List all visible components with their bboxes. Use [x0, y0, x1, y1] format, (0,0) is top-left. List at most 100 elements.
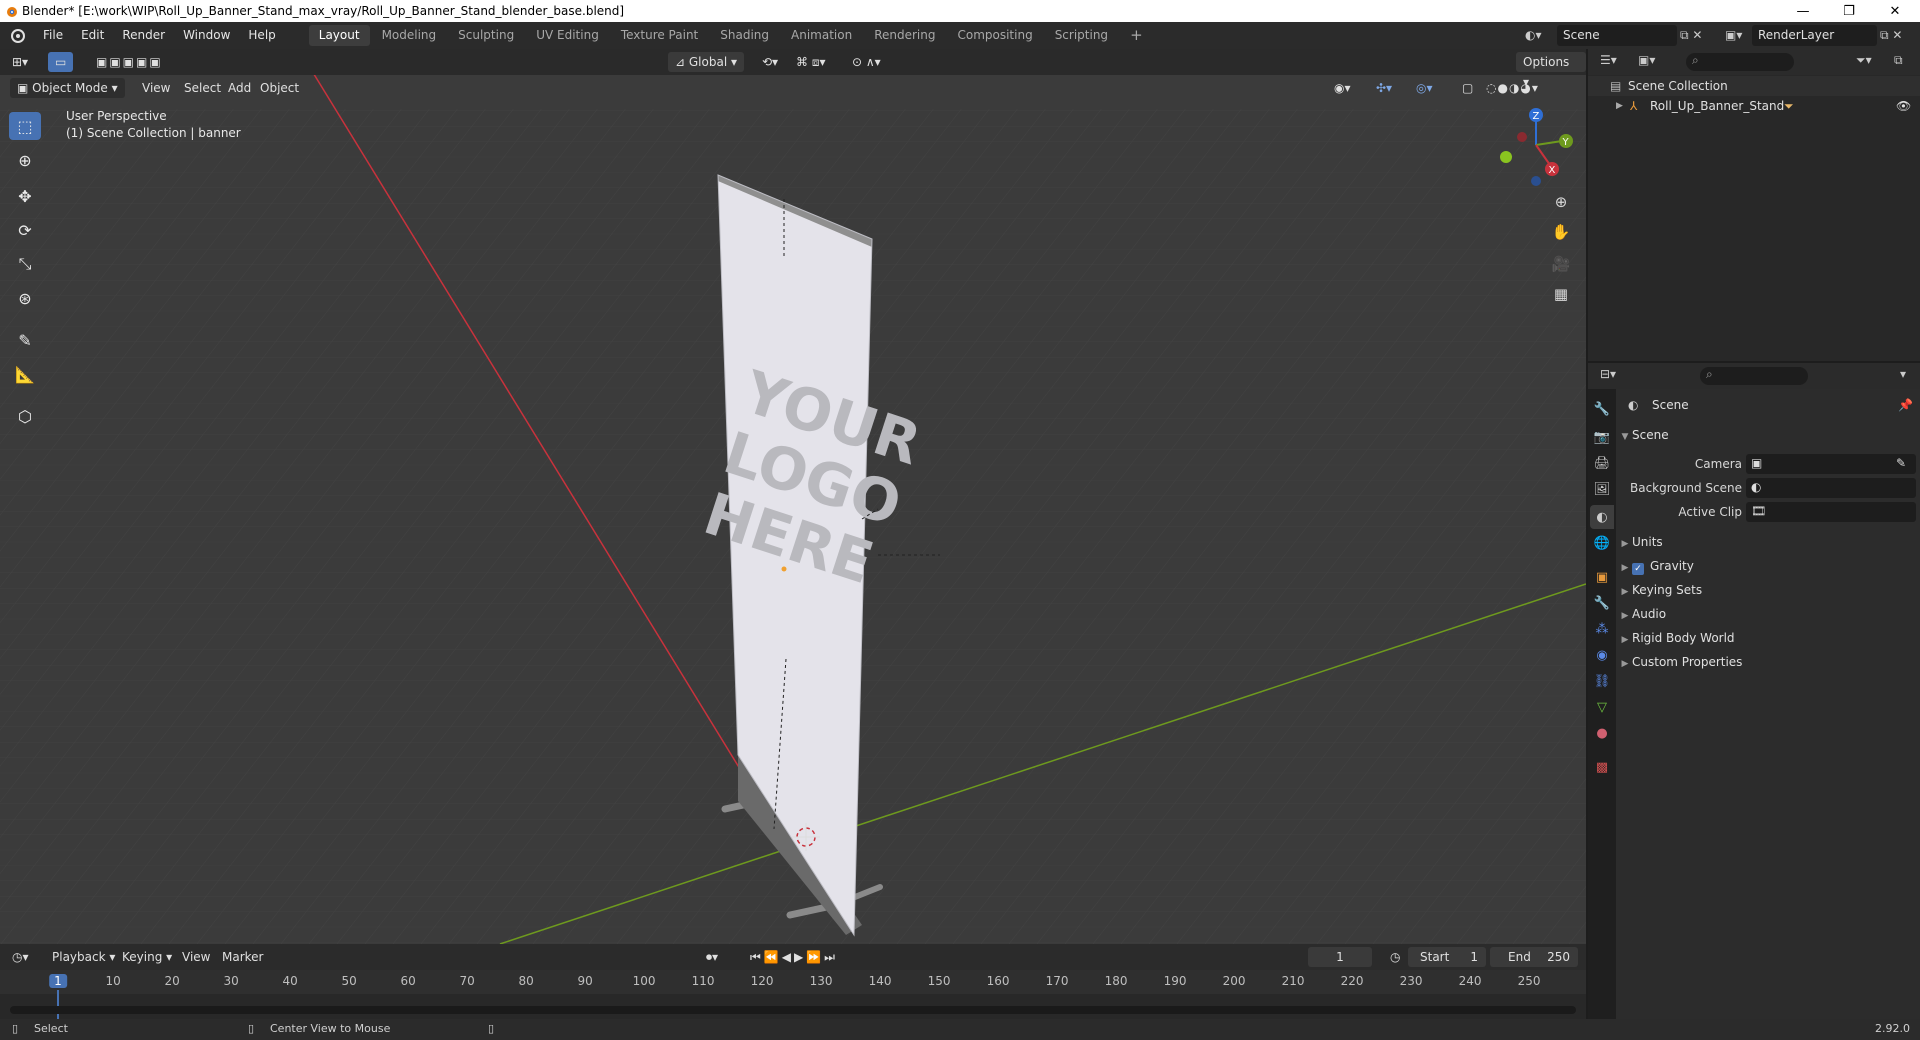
active-clip-field[interactable]: 🎞: [1746, 502, 1916, 522]
current-frame-field[interactable]: 1: [1308, 947, 1372, 967]
maximize-button[interactable]: ❐: [1826, 0, 1872, 22]
scene-tab-icon[interactable]: ◐: [1590, 505, 1614, 529]
particles-tab-icon[interactable]: ⁂: [1590, 617, 1614, 641]
timeline-scrollbar[interactable]: [10, 1006, 1576, 1014]
renderlayer-selector[interactable]: RenderLayer: [1752, 25, 1877, 46]
preview-range-icon[interactable]: ◷: [1384, 947, 1406, 967]
timeline-ruler[interactable]: 1 10 20 30 40 50 60 70 80 90 100 110 120 130 140 150 160…: [0, 970, 1586, 1020]
record-keyframe-icon[interactable]: ⏺▾: [700, 947, 724, 967]
viewport-menu-object[interactable]: Object: [254, 78, 305, 98]
display-mode-icon[interactable]: ▣▾: [1638, 53, 1655, 67]
outliner-search-input[interactable]: [1686, 53, 1794, 71]
end-frame-field[interactable]: End 250: [1490, 947, 1578, 967]
timeline-menu-playback[interactable]: Playback ▾: [46, 947, 121, 967]
tab-shading[interactable]: Shading: [710, 25, 779, 46]
modifier-tab-icon[interactable]: 🔧: [1590, 591, 1614, 615]
custom-properties-subpanel[interactable]: ▶ Custom Properties: [1618, 650, 1920, 674]
units-subpanel[interactable]: ▶ Units: [1618, 530, 1920, 554]
minimize-button[interactable]: —: [1780, 0, 1826, 22]
new-scene-icon[interactable]: ⧉ ✕: [1680, 25, 1702, 46]
tab-scripting[interactable]: Scripting: [1045, 25, 1118, 46]
overlays-icon[interactable]: ◎▾: [1410, 78, 1439, 98]
playback-controls-icon[interactable]: ⏮⏪◀▶⏩⏭: [744, 947, 844, 967]
audio-subpanel[interactable]: ▶ Audio: [1618, 602, 1920, 626]
transform-orientation-dropdown[interactable]: ⊿ Global ▾: [668, 52, 744, 72]
visibility-icon[interactable]: ◉▾: [1328, 78, 1357, 98]
data-tab-icon[interactable]: ▽: [1590, 695, 1614, 719]
menu-window[interactable]: Window: [174, 22, 239, 49]
gizmo-toggle-icon[interactable]: ✣▾: [1370, 78, 1398, 98]
selection-mode-icons[interactable]: ▣▣▣▣▣: [90, 52, 169, 72]
outliner-row-banner-stand[interactable]: ▶ ⅄ Roll_Up_Banner_Stand ⏷ 👁: [1588, 96, 1920, 116]
add-workspace-icon[interactable]: +: [1120, 25, 1153, 46]
rigid-body-world-subpanel[interactable]: ▶ Rigid Body World: [1618, 626, 1920, 650]
scene-browse-icon[interactable]: ◐▾: [1525, 25, 1555, 46]
properties-editor-icon[interactable]: ⊟▾: [1600, 367, 1616, 381]
zoom-icon[interactable]: ⊕: [1548, 189, 1574, 215]
scale-tool-icon[interactable]: ⤡: [9, 250, 41, 278]
menu-file[interactable]: File: [34, 22, 72, 49]
snap-icon[interactable]: ⌘ ⧈▾: [790, 52, 831, 72]
new-renderlayer-icon[interactable]: ⧉ ✕: [1880, 25, 1902, 46]
viewport-menu-select[interactable]: Select: [178, 78, 227, 98]
eye-visibility-icon[interactable]: 👁: [1896, 96, 1911, 116]
camera-view-icon[interactable]: 🎥: [1548, 251, 1574, 277]
proportional-edit-icon[interactable]: ⊙ ∧▾: [846, 52, 887, 72]
blender-menu-icon[interactable]: [0, 22, 34, 49]
texture-tab-icon[interactable]: ▩: [1590, 755, 1614, 779]
editor-type-icon[interactable]: ⊞▾: [6, 52, 34, 72]
close-button[interactable]: ✕: [1872, 0, 1918, 22]
tab-modeling[interactable]: Modeling: [372, 25, 447, 46]
renderlayer-browse-icon[interactable]: ▣▾: [1725, 25, 1742, 46]
tab-rendering[interactable]: Rendering: [864, 25, 945, 46]
mode-dropdown[interactable]: ▣ Object Mode ▾: [10, 78, 125, 98]
timeline-menu-keying[interactable]: Keying ▾: [116, 947, 178, 967]
menu-render[interactable]: Render: [113, 22, 174, 49]
render-tab-icon[interactable]: 📷: [1590, 425, 1614, 449]
background-scene-field[interactable]: ◐: [1746, 478, 1916, 498]
transform-tool-icon[interactable]: ⊛: [9, 284, 41, 312]
scene-panel-header[interactable]: ▼ Scene: [1618, 423, 1920, 447]
options-dropdown[interactable]: Options ▾: [1516, 52, 1586, 89]
tab-uv-editing[interactable]: UV Editing: [526, 25, 609, 46]
xray-icon[interactable]: ▢: [1456, 78, 1479, 98]
move-tool-icon[interactable]: ✥: [9, 182, 41, 210]
tool-tab-icon[interactable]: 🔧: [1590, 397, 1614, 421]
playhead-line[interactable]: [57, 990, 59, 1020]
gravity-checkbox[interactable]: ✓: [1632, 563, 1644, 575]
viewport-menu-view[interactable]: View: [136, 78, 176, 98]
start-frame-field[interactable]: Start 1: [1408, 947, 1486, 967]
tab-texture-paint[interactable]: Texture Paint: [611, 25, 708, 46]
menu-edit[interactable]: Edit: [72, 22, 113, 49]
object-tab-icon[interactable]: ▣: [1590, 565, 1614, 589]
timeline-menu-marker[interactable]: Marker: [216, 947, 269, 967]
properties-search-input[interactable]: [1700, 367, 1808, 385]
constraints-tab-icon[interactable]: ⛓: [1590, 669, 1614, 693]
timeline-menu-view[interactable]: View: [176, 947, 216, 967]
tab-compositing[interactable]: Compositing: [947, 25, 1042, 46]
new-collection-icon[interactable]: ⧉: [1894, 53, 1903, 68]
expand-arrow-icon[interactable]: ▶: [1616, 96, 1623, 116]
material-tab-icon[interactable]: ●: [1590, 721, 1614, 745]
tab-animation[interactable]: Animation: [781, 25, 862, 46]
add-cube-tool-icon[interactable]: ⬡: [9, 402, 41, 430]
camera-field[interactable]: ▣ ✎: [1746, 454, 1916, 474]
physics-tab-icon[interactable]: ◉: [1590, 643, 1614, 667]
view-layer-tab-icon[interactable]: 🖼: [1590, 477, 1614, 501]
output-tab-icon[interactable]: 🖨: [1590, 451, 1614, 475]
tab-sculpting[interactable]: Sculpting: [448, 25, 524, 46]
eyedropper-icon[interactable]: ✎: [1896, 451, 1906, 475]
rotate-tool-icon[interactable]: ⟳: [9, 216, 41, 244]
filter-icon[interactable]: ⏷▾: [1856, 53, 1872, 68]
select-tool-icon[interactable]: ⬚: [9, 112, 41, 140]
annotate-tool-icon[interactable]: ✎: [9, 326, 41, 354]
outliner-row-scene-collection[interactable]: ▤ Scene Collection: [1588, 76, 1920, 96]
measure-tool-icon[interactable]: 📐: [9, 360, 41, 388]
viewport-menu-add[interactable]: Add: [222, 78, 257, 98]
outliner-editor-icon[interactable]: ☰▾: [1600, 53, 1617, 67]
select-box-tool-icon[interactable]: ▭: [48, 52, 74, 72]
pivot-point-icon[interactable]: ⟲▾: [756, 52, 784, 72]
pan-hand-icon[interactable]: ✋: [1548, 219, 1574, 245]
world-tab-icon[interactable]: 🌐: [1590, 531, 1614, 555]
keying-sets-subpanel[interactable]: ▶ Keying Sets: [1618, 578, 1920, 602]
